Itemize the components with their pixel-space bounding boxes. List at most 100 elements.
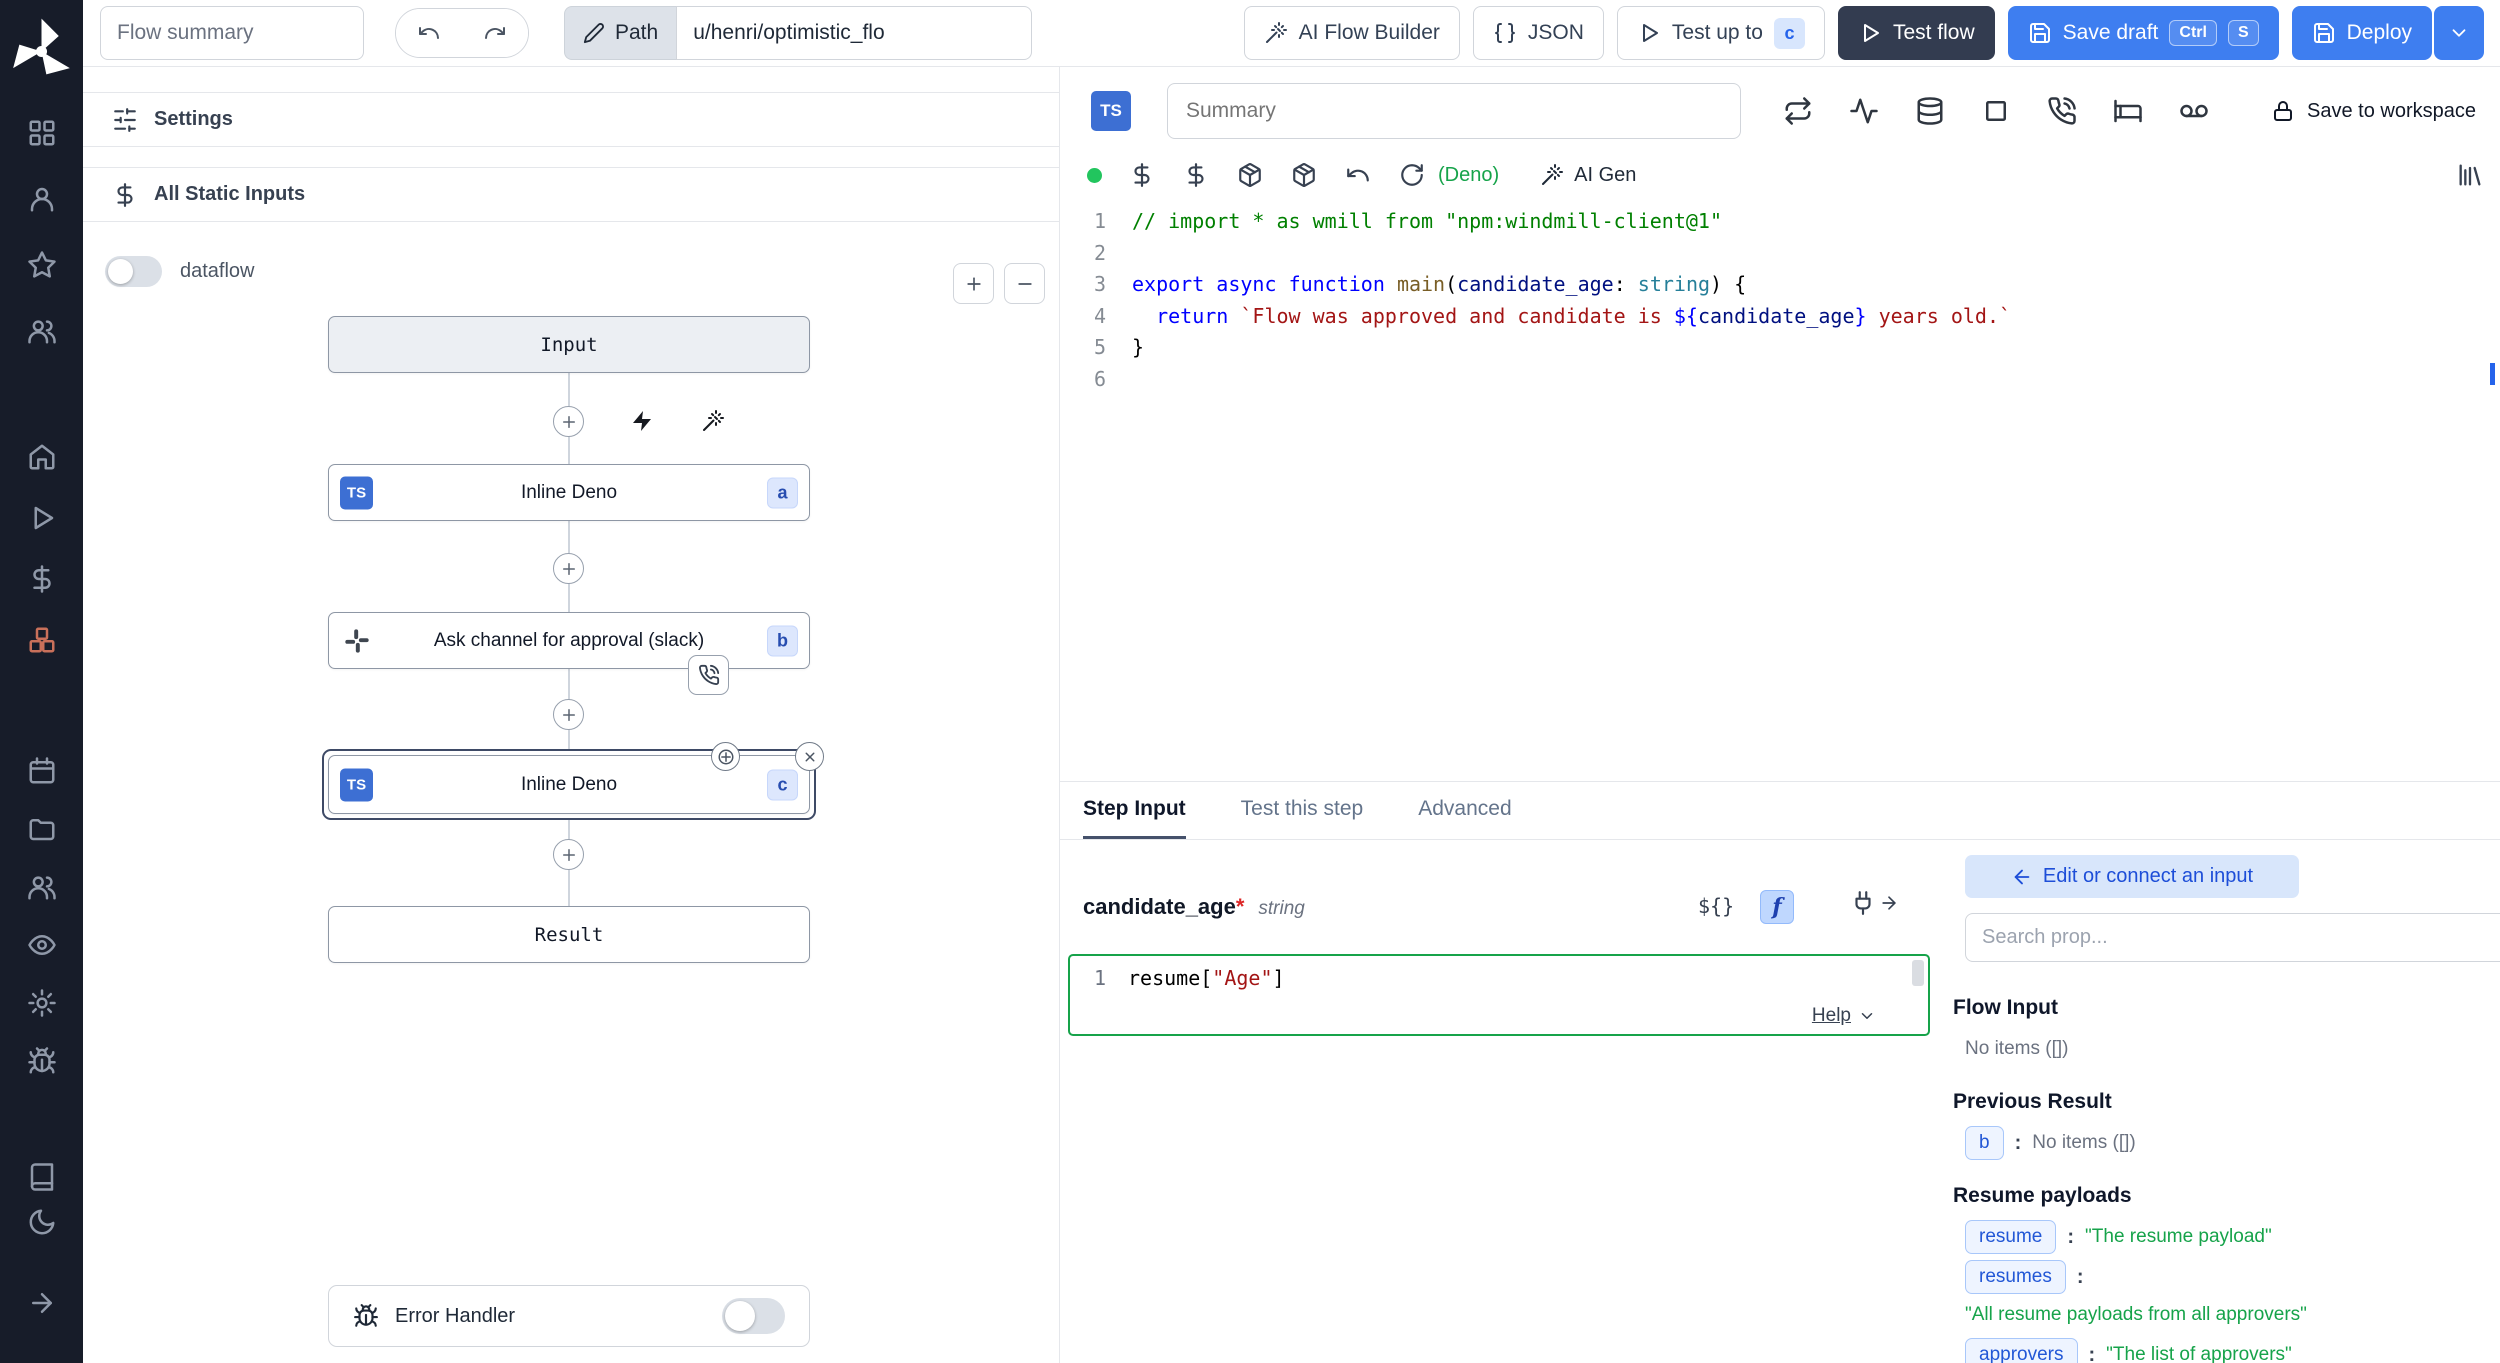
code-line[interactable]: 6 — [1060, 364, 2500, 396]
gear-icon[interactable] — [27, 988, 57, 1018]
json-label: JSON — [1528, 21, 1584, 45]
step-id-badge: c — [767, 769, 798, 800]
flow-summary-input[interactable] — [100, 6, 364, 60]
expression-editor[interactable]: 1 resume["Age"] Help — [1068, 954, 1930, 1036]
undo-button[interactable] — [396, 9, 462, 57]
code-line[interactable]: 2 — [1060, 238, 2500, 270]
flow-node-b[interactable]: Ask channel for approval (slack) b — [328, 612, 810, 669]
suspend-approval-indicator[interactable] — [688, 655, 729, 695]
move-node-button[interactable] — [711, 742, 740, 771]
book-icon[interactable] — [27, 1162, 57, 1192]
connect-input-button[interactable] — [1850, 890, 1899, 916]
database-icon[interactable] — [1915, 96, 1945, 126]
home-icon[interactable] — [27, 442, 57, 472]
delete-node-button[interactable] — [795, 742, 824, 771]
tab-step-input[interactable]: Step Input — [1083, 782, 1186, 839]
users-icon[interactable] — [27, 316, 57, 346]
path-input[interactable] — [676, 6, 1032, 60]
bug-icon[interactable] — [27, 1046, 57, 1076]
eye-icon[interactable] — [27, 930, 57, 960]
bed-icon[interactable] — [2113, 96, 2143, 126]
insert-step-button[interactable] — [553, 553, 584, 584]
test-up-to-button[interactable]: Test up to c — [1617, 6, 1825, 60]
flow-node-a[interactable]: TS Inline Deno a — [328, 464, 810, 521]
zoom-out-button[interactable] — [1004, 263, 1045, 304]
phone-call-icon[interactable] — [2047, 96, 2077, 126]
help-link[interactable]: Help — [1812, 1005, 1876, 1027]
tab-advanced[interactable]: Advanced — [1418, 782, 1511, 839]
edit-or-connect-button[interactable]: Edit or connect an input — [1965, 855, 2299, 898]
grid-icon[interactable] — [27, 118, 57, 148]
deploy-button[interactable]: Deploy — [2292, 6, 2432, 60]
boxes-icon[interactable] — [27, 625, 57, 655]
approvers-badge[interactable]: approvers — [1965, 1338, 2078, 1363]
arrow-left-icon — [2011, 866, 2033, 888]
windmill-logo-icon[interactable] — [0, 10, 83, 93]
dollar-icon[interactable] — [1129, 162, 1155, 188]
path-button[interactable]: Path — [564, 6, 676, 60]
function-toggle-button[interactable]: f — [1760, 890, 1794, 924]
code-editor[interactable]: 1// import * as wmill from "npm:windmill… — [1060, 195, 2500, 781]
resume-desc: "The resume payload" — [2085, 1226, 2272, 1248]
user-icon[interactable] — [27, 184, 57, 214]
code-line[interactable]: 3export async function main(candidate_ag… — [1060, 269, 2500, 301]
insert-step-button[interactable] — [553, 839, 584, 870]
resumes-badge[interactable]: resumes — [1965, 1260, 2066, 1294]
colon: : — [2077, 1266, 2084, 1289]
package-icon[interactable] — [1291, 162, 1317, 188]
library-button[interactable] — [2456, 161, 2484, 189]
dataflow-toggle[interactable] — [105, 256, 162, 287]
dollar-icon[interactable] — [27, 564, 57, 594]
save-to-workspace-button[interactable]: Save to workspace — [2271, 99, 2476, 123]
ai-gen-button[interactable]: AI Gen — [1540, 163, 1636, 187]
error-handler-toggle[interactable] — [722, 1298, 785, 1334]
save-icon — [2028, 21, 2052, 45]
summary-input[interactable] — [1167, 83, 1741, 139]
activity-icon[interactable] — [1849, 96, 1879, 126]
folder-icon[interactable] — [27, 814, 57, 844]
flow-node-result[interactable]: Result — [328, 906, 810, 963]
users-icon[interactable] — [27, 872, 57, 902]
deploy-more-button[interactable] — [2434, 6, 2484, 60]
save-draft-button[interactable]: Save draft Ctrl S — [2008, 6, 2279, 60]
test-flow-button[interactable]: Test flow — [1838, 6, 1995, 60]
tab-test-this-step[interactable]: Test this step — [1241, 782, 1364, 839]
redo-button[interactable] — [462, 9, 528, 57]
repeat-icon[interactable] — [1783, 96, 1813, 126]
reload-icon[interactable] — [1399, 162, 1425, 188]
calendar-icon[interactable] — [27, 756, 57, 786]
ai-step-button[interactable] — [696, 404, 730, 438]
crosshair-icon — [717, 748, 735, 766]
code-line[interactable]: 4 return `Flow was approved and candidat… — [1060, 301, 2500, 333]
dollar-icon[interactable] — [1183, 162, 1209, 188]
resume-badge[interactable]: resume — [1965, 1220, 2056, 1254]
error-handler-row[interactable]: Error Handler — [328, 1285, 810, 1347]
code-line[interactable]: 1// import * as wmill from "npm:windmill… — [1060, 206, 2500, 238]
flow-node-input[interactable]: Input — [328, 316, 810, 373]
package-icon[interactable] — [1237, 162, 1263, 188]
json-button[interactable]: JSON — [1473, 6, 1604, 60]
voicemail-icon[interactable] — [2179, 96, 2209, 126]
star-icon[interactable] — [27, 250, 57, 280]
moon-icon[interactable] — [27, 1207, 57, 1237]
square-icon[interactable] — [1981, 96, 2011, 126]
approvers-desc: "The list of approvers" — [2106, 1344, 2292, 1363]
scrollbar-handle[interactable] — [1912, 960, 1924, 986]
static-inputs-row[interactable]: All Static Inputs — [83, 167, 1060, 222]
play-icon[interactable] — [27, 503, 57, 533]
trigger-button[interactable] — [625, 404, 659, 438]
prev-result-badge[interactable]: b — [1965, 1126, 2004, 1160]
arrow-right-icon[interactable] — [27, 1288, 57, 1318]
template-expr-button[interactable]: ${} — [1698, 894, 1734, 918]
search-prop-input[interactable] — [1965, 913, 2500, 962]
node-label: Input — [540, 334, 597, 356]
code-line[interactable]: 5} — [1060, 332, 2500, 364]
insert-step-button[interactable] — [553, 406, 584, 437]
ai-flow-builder-button[interactable]: AI Flow Builder — [1244, 6, 1460, 60]
zoom-in-button[interactable] — [953, 263, 994, 304]
undo-icon[interactable] — [1345, 162, 1371, 188]
flow-input-empty: No items ([]) — [1965, 1038, 2068, 1060]
flow-settings-row[interactable]: Settings — [83, 92, 1060, 147]
minus-icon — [1015, 274, 1035, 294]
insert-step-button[interactable] — [553, 699, 584, 730]
